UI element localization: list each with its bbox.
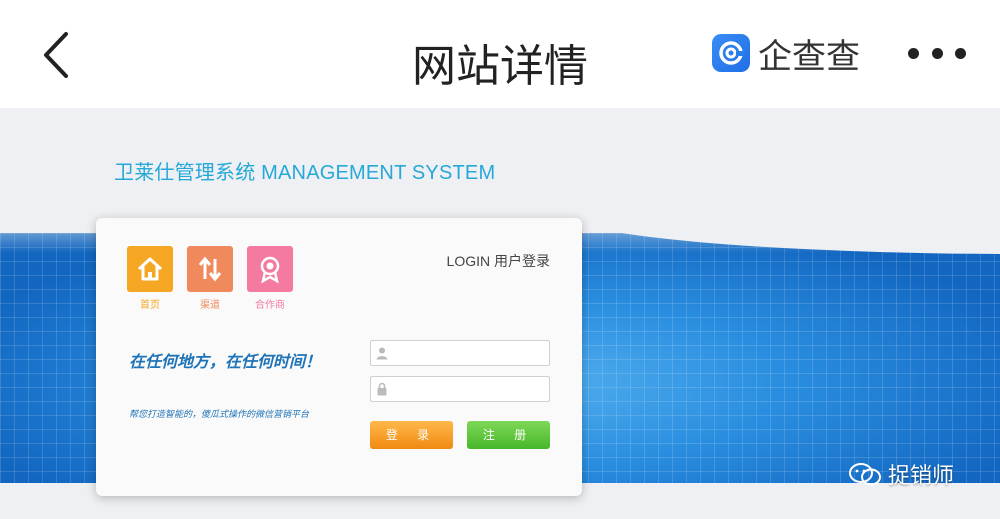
sub-slogan: 帮您打造智能的，傻瓜式操作的微信营销平台 — [129, 409, 310, 419]
system-title: 卫莱仕管理系统 MANAGEMENT SYSTEM — [114, 162, 496, 184]
nav-home[interactable]: 首页 — [127, 246, 173, 311]
password-input[interactable] — [393, 379, 543, 399]
slogan: 在任何地方，在任何时间！ — [129, 352, 322, 371]
register-button[interactable]: 注 册 — [467, 421, 550, 449]
user-icon — [375, 346, 389, 360]
lock-icon — [375, 382, 389, 396]
nav-channel[interactable]: 渠道 — [187, 246, 233, 311]
username-input[interactable] — [393, 343, 543, 363]
nav-label: 合作商 — [255, 300, 285, 311]
badge-icon — [247, 246, 293, 292]
nav-label: 渠道 — [200, 300, 220, 311]
transfer-icon — [187, 246, 233, 292]
password-field[interactable] — [370, 376, 550, 402]
home-icon — [127, 246, 173, 292]
watermark: 捉销师 — [848, 458, 954, 490]
brand-name: 企查查 — [758, 36, 860, 77]
login-heading: LOGIN 用户登录 — [446, 253, 550, 269]
qichacha-logo-icon — [712, 34, 750, 72]
login-button[interactable]: 登 录 — [370, 421, 453, 449]
login-panel: 首页 渠道 合作商 LOGIN 用户登录 在任何地方，在任何时间！ 帮您打造智能… — [96, 218, 582, 496]
nav-icon-group: 首页 渠道 合作商 — [127, 246, 293, 311]
watermark-text: 捉销师 — [888, 463, 955, 488]
nav-label: 首页 — [140, 300, 160, 311]
wechat-icon — [848, 462, 882, 486]
more-options-icon[interactable] — [908, 46, 966, 60]
website-screenshot: 卫莱仕管理系统 MANAGEMENT SYSTEM 首页 渠道 合作商 LOGI… — [0, 108, 1000, 519]
brand-logo[interactable]: 企查查 — [712, 33, 860, 77]
nav-partner[interactable]: 合作商 — [247, 246, 293, 311]
top-navigation-bar: 网站详情 企查查 — [0, 0, 1000, 108]
username-field[interactable] — [370, 340, 550, 366]
